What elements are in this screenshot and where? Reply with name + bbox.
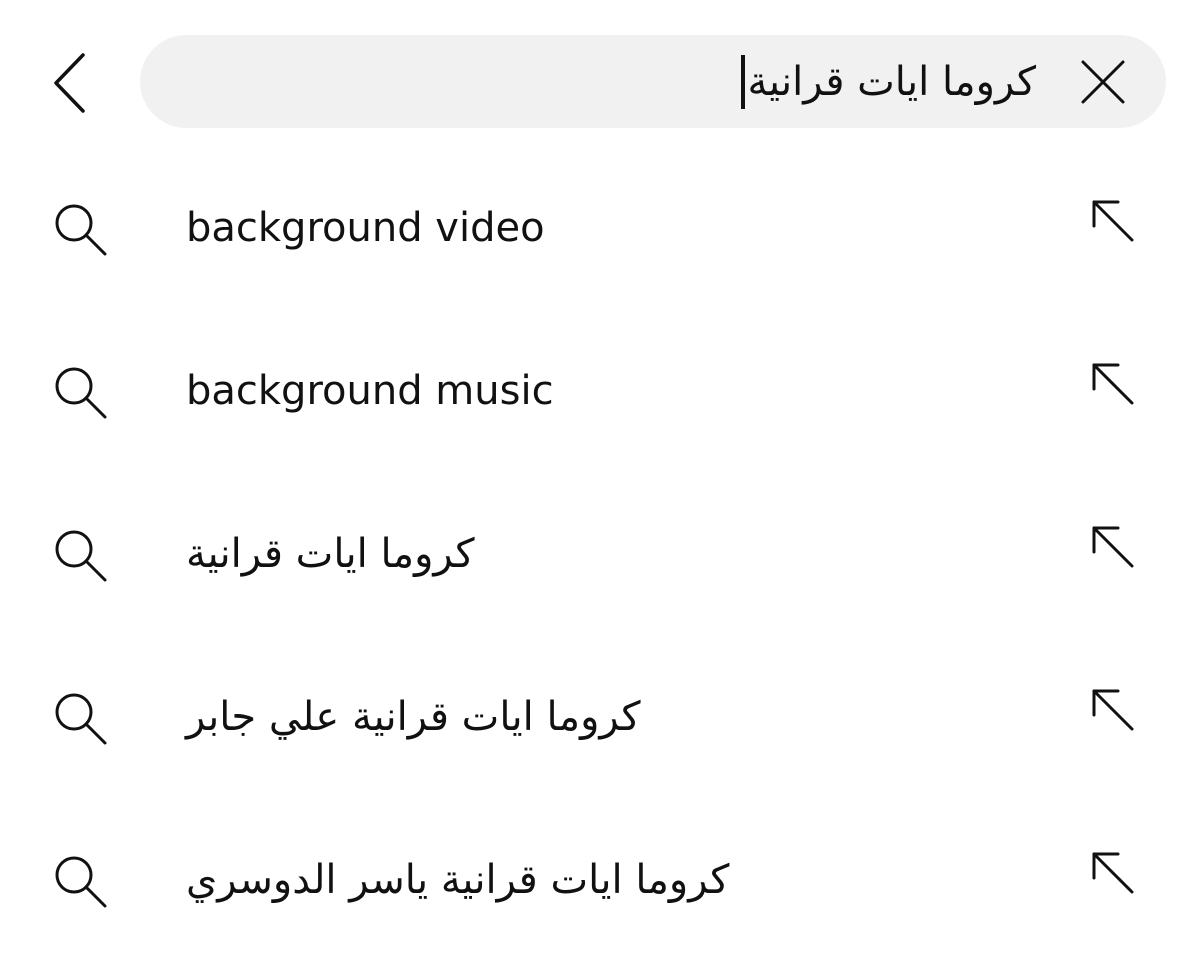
search-query-text: كروما ايات قرانية bbox=[747, 58, 1036, 105]
search-header: كروما ايات قرانية bbox=[0, 0, 1200, 160]
suggestion-label: كروما ايات قرانية علي جابر bbox=[186, 693, 641, 740]
search-input[interactable]: كروما ايات قرانية bbox=[140, 35, 1166, 128]
arrow-up-left-icon[interactable] bbox=[1088, 196, 1136, 244]
clear-search-button[interactable] bbox=[1076, 55, 1130, 109]
search-icon bbox=[55, 530, 107, 582]
back-button[interactable] bbox=[30, 38, 110, 128]
arrow-up-left-icon[interactable] bbox=[1088, 848, 1136, 896]
suggestion-item[interactable]: كروما ايات قرانية bbox=[0, 472, 1200, 635]
suggestion-label: background music bbox=[186, 367, 554, 414]
suggestion-item[interactable]: كروما ايات قرانية علي جابر bbox=[0, 635, 1200, 798]
arrow-up-left-icon[interactable] bbox=[1088, 359, 1136, 407]
arrow-up-left-icon[interactable] bbox=[1088, 685, 1136, 733]
chevron-left-icon bbox=[54, 53, 85, 113]
search-input-text-area[interactable]: كروما ايات قرانية bbox=[741, 35, 1036, 128]
close-icon bbox=[1081, 60, 1125, 104]
search-icon bbox=[55, 856, 107, 908]
arrow-up-left-icon[interactable] bbox=[1088, 522, 1136, 570]
search-suggestions-list: background video background music كروما … bbox=[0, 146, 1200, 961]
suggestion-label: كروما ايات قرانية ياسر الدوسري bbox=[186, 856, 730, 903]
search-icon bbox=[55, 693, 107, 745]
suggestion-item[interactable]: background video bbox=[0, 146, 1200, 309]
search-icon bbox=[55, 367, 107, 419]
search-icon bbox=[55, 204, 107, 256]
suggestion-label: background video bbox=[186, 204, 545, 251]
text-cursor bbox=[741, 54, 746, 109]
suggestion-item[interactable]: background music bbox=[0, 309, 1200, 472]
suggestion-item[interactable]: كروما ايات قرانية ياسر الدوسري bbox=[0, 798, 1200, 961]
suggestion-label: كروما ايات قرانية bbox=[186, 530, 475, 577]
